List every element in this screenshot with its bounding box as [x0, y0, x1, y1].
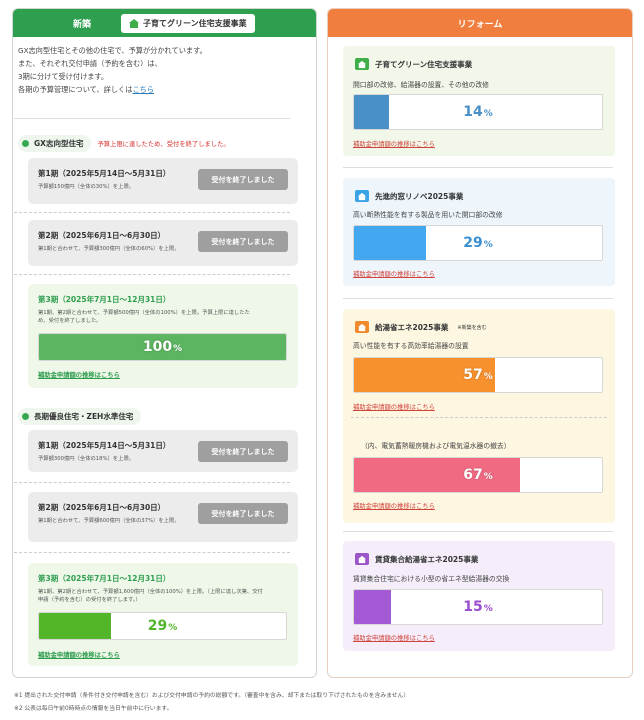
intro-line: 3期に分けて受け付けます。 — [18, 72, 109, 81]
card-window: 先進的窓リノベ2025事業 高い断熱性能を有する製品を用いた開口部の改修 29%… — [343, 178, 615, 286]
period-desc: 予算額300億円（全体の18%）を上限。 — [38, 456, 135, 462]
period-title: 第3期（2025年7月1日～12月31日） — [38, 295, 171, 304]
window-icon — [355, 190, 369, 202]
reform-header: リフォーム — [328, 9, 632, 37]
period-title: 第2期（2025年6月1日～6月30日） — [38, 231, 166, 240]
zeh-progress-bar: 29% — [38, 612, 287, 640]
program-tag: 子育てグリーン住宅支援事業 — [121, 13, 255, 33]
zeh-history-link[interactable]: 補助金申請額の推移はこちら — [38, 650, 120, 659]
new-build-header: 新築 子育てグリーン住宅支援事業 — [13, 9, 316, 37]
electric-removal-progress-bar: 67% — [353, 457, 603, 493]
progress-value: 29% — [463, 235, 493, 251]
house-icon — [129, 18, 140, 28]
water-heater-icon — [355, 321, 369, 333]
zeh-section-label: 長期優良住宅・ZEH水準住宅 — [34, 412, 134, 421]
card-desc: 高い断熱性能を有する製品を用いた開口部の改修 — [353, 211, 503, 219]
house-icon — [355, 58, 369, 70]
kosodate-history-link[interactable]: 補助金申請額の推移はこちら — [353, 139, 435, 148]
period-title: 第1期（2025年5月14日～5月31日） — [38, 441, 171, 450]
card-kosodate: 子育てグリーン住宅支援事業 開口部の改修、給湯器の設置、その他の改修 14% 補… — [343, 46, 615, 156]
period-desc: 予算額150億円（全体の30%）を上限。 — [38, 184, 135, 190]
card-title-note: ※新築を含む — [457, 324, 487, 331]
window-progress-bar: 29% — [353, 225, 603, 261]
kosodate-progress-bar: 14% — [353, 94, 603, 130]
divider — [343, 531, 613, 532]
sub-desc: （内、電気蓄熱暖房機および電気温水器の撤去） — [361, 442, 511, 450]
progress-value: 29% — [147, 618, 178, 634]
closed-button[interactable]: 受付を終了しました — [198, 231, 288, 252]
card-title: 給湯省エネ2025事業 — [375, 322, 449, 332]
window-history-link[interactable]: 補助金申請額の推移はこちら — [353, 269, 435, 278]
divider — [343, 298, 613, 299]
building-icon — [355, 553, 369, 565]
divider — [343, 167, 613, 168]
divider — [14, 482, 290, 483]
rental-progress-bar: 15% — [353, 589, 603, 625]
gx-period-3: 第3期（2025年7月1日～12月31日） 第1期、第2期と合わせて、予算額50… — [28, 284, 298, 388]
card-title: 子育てグリーン住宅支援事業 — [375, 59, 473, 69]
card-title: 先進的窓リノベ2025事業 — [375, 191, 464, 201]
period-title: 第1期（2025年5月14日～5月31日） — [38, 169, 171, 178]
intro-line: GX志向型住宅とその他の住宅で、予算が分かれています。 — [18, 46, 207, 55]
period-desc: 第1期、第2期と合わせて、予算額500億円（全体の100%）を上限。予算上限に達… — [38, 310, 250, 324]
closed-button[interactable]: 受付を終了しました — [198, 441, 288, 462]
gx-section-label: GX志向型住宅 — [34, 139, 84, 148]
period-title: 第3期（2025年7月1日～12月31日） — [38, 574, 171, 583]
progress-value: 14% — [463, 104, 493, 120]
closed-button[interactable]: 受付を終了しました — [198, 169, 288, 190]
progress-value: 100% — [142, 339, 183, 355]
card-desc: 高い性能を有する高効率給湯器の設置 — [353, 342, 469, 350]
new-build-title: 新築 — [73, 19, 92, 30]
gx-section-title: GX志向型住宅 予算上限に達したため、受付を終了しました。 — [18, 135, 230, 152]
electric-removal-history-link[interactable]: 補助金申請額の推移はこちら — [353, 501, 435, 510]
intro-line: 各期の予算管理について、詳しくは — [18, 85, 133, 94]
zeh-period-2: 第2期（2025年6月1日～6月30日） 第1期と合わせて、予算額600億円（全… — [28, 492, 298, 542]
card-rental: 賃貸集合給湯省エネ2025事業 賃貸集合住宅における小型の省エネ型給湯器の交換 … — [343, 541, 615, 651]
divider — [14, 274, 290, 275]
intro-text: GX志向型住宅とその他の住宅で、予算が分かれています。 また、それぞれ交付申請（… — [18, 44, 288, 96]
progress-value: 15% — [463, 599, 493, 615]
progress-value: 67% — [463, 467, 493, 483]
budget-detail-link[interactable]: こちら — [132, 85, 154, 94]
closed-button[interactable]: 受付を終了しました — [198, 503, 288, 524]
divider — [14, 118, 290, 119]
card-water-heater: 給湯省エネ2025事業 ※新築を含む 高い性能を有する高効率給湯器の設置 57% … — [343, 309, 615, 523]
intro-line: また、それぞれ交付申請（予約を含む）は、 — [18, 59, 162, 68]
rental-history-link[interactable]: 補助金申請額の推移はこちら — [353, 633, 435, 642]
period-desc: 第1期と合わせて、予算額300億円（全体の60%）を上限。 — [38, 246, 180, 252]
water-heater-history-link[interactable]: 補助金申請額の推移はこちら — [353, 402, 435, 411]
divider — [351, 417, 607, 418]
divider — [14, 212, 290, 213]
period-title: 第2期（2025年6月1日～6月30日） — [38, 503, 166, 512]
bullet-dot-icon — [22, 413, 29, 420]
card-title: 賃貸集合給湯省エネ2025事業 — [375, 554, 479, 564]
zeh-period-3: 第3期（2025年7月1日～12月31日） 第1期、第2期と合わせて、予算額1,… — [28, 563, 298, 666]
water-heater-progress-bar: 57% — [353, 357, 603, 393]
period-desc: 第1期、第2期と合わせて、予算額1,600億円（全体の100%）を上限。（上限に… — [38, 589, 263, 603]
gx-history-link[interactable]: 補助金申請額の推移はこちら — [38, 370, 120, 379]
program-tag-label: 子育てグリーン住宅支援事業 — [143, 18, 247, 28]
zeh-period-1: 第1期（2025年5月14日～5月31日） 予算額300億円（全体の18%）を上… — [28, 430, 298, 472]
gx-progress-bar: 100% — [38, 333, 287, 361]
divider — [14, 552, 290, 553]
gx-period-2: 第2期（2025年6月1日～6月30日） 第1期と合わせて、予算額300億円（全… — [28, 220, 298, 266]
reform-title: リフォーム — [457, 19, 503, 30]
card-desc: 開口部の改修、給湯器の設置、その他の改修 — [353, 81, 489, 89]
bullet-dot-icon — [22, 140, 29, 147]
progress-value: 57% — [463, 367, 493, 383]
period-desc: 第1期と合わせて、予算額600億円（全体の37%）を上限。 — [38, 518, 180, 524]
zeh-section-title: 長期優良住宅・ZEH水準住宅 — [18, 408, 142, 425]
card-desc: 賃貸集合住宅における小型の省エネ型給湯器の交換 — [353, 575, 510, 583]
gx-closed-notice: 予算上限に達したため、受付を終了しました。 — [97, 141, 230, 148]
footnote-1: ※1 提出された交付申請（条件付き交付申請を含む）および交付申請の予約の総額です… — [14, 693, 410, 699]
footnote-2: ※2 公表は毎日午前0時時点の情報を当日午前中に行います。 — [14, 706, 173, 712]
gx-period-1: 第1期（2025年5月14日～5月31日） 予算額150億円（全体の30%）を上… — [28, 158, 298, 204]
